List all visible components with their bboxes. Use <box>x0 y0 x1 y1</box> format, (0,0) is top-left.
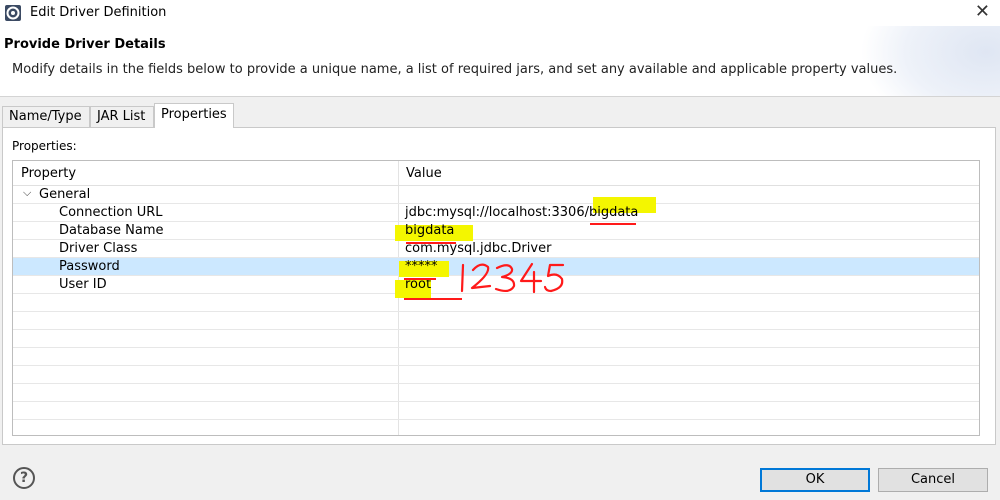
empty-row <box>13 330 979 348</box>
empty-row <box>13 294 979 312</box>
underline-mark <box>406 242 456 244</box>
cancel-button[interactable]: Cancel <box>878 468 988 492</box>
empty-row <box>13 366 979 384</box>
header-description: Modify details in the fields below to pr… <box>12 62 898 77</box>
tab-jar-list[interactable]: JAR List <box>90 106 154 127</box>
empty-row <box>13 420 979 435</box>
empty-row <box>13 312 979 330</box>
tab-name-type[interactable]: Name/Type <box>2 106 90 127</box>
chevron-down-icon[interactable]: ⌵ <box>23 186 31 200</box>
properties-panel: Properties: Property Value ⌵ General Con… <box>2 127 996 445</box>
underline-mark <box>404 278 436 280</box>
header-title: Provide Driver Details <box>4 37 166 52</box>
app-icon <box>5 5 21 21</box>
empty-row <box>13 348 979 366</box>
table-row[interactable]: Database Name bigdata <box>13 222 979 240</box>
property-value[interactable]: ***** <box>405 259 438 274</box>
column-header-property[interactable]: Property <box>21 166 76 181</box>
underline-mark <box>404 298 462 300</box>
property-name: Password <box>59 259 120 274</box>
table-row[interactable]: Connection URL jdbc:mysql://localhost:33… <box>13 204 979 222</box>
title-bar: Edit Driver Definition ✕ <box>0 0 1000 26</box>
tab-properties[interactable]: Properties <box>154 103 234 128</box>
properties-label: Properties: <box>12 139 77 153</box>
help-icon[interactable]: ? <box>13 467 35 489</box>
empty-row <box>13 402 979 420</box>
property-name: Database Name <box>59 223 164 238</box>
group-label: General <box>39 187 91 202</box>
handwritten-annotation-12345 <box>460 262 565 294</box>
close-icon[interactable]: ✕ <box>975 2 990 22</box>
property-value[interactable]: jdbc:mysql://localhost:3306/bigdata <box>405 205 638 220</box>
group-row-general[interactable]: ⌵ General <box>13 186 979 204</box>
underline-mark <box>590 223 636 225</box>
empty-row <box>13 384 979 402</box>
wizard-header: Provide Driver Details Modify details in… <box>0 26 1000 97</box>
column-header-value[interactable]: Value <box>406 166 442 181</box>
properties-table: Property Value ⌵ General Connection URL … <box>12 160 980 436</box>
table-header: Property Value <box>13 161 979 186</box>
property-value[interactable]: bigdata <box>405 223 454 238</box>
property-name: Connection URL <box>59 205 163 220</box>
property-name: User ID <box>59 277 107 292</box>
property-name: Driver Class <box>59 241 138 256</box>
ok-button[interactable]: OK <box>760 468 870 492</box>
window-title: Edit Driver Definition <box>30 5 167 20</box>
table-row[interactable]: Driver Class com.mysql.jdbc.Driver <box>13 240 979 258</box>
